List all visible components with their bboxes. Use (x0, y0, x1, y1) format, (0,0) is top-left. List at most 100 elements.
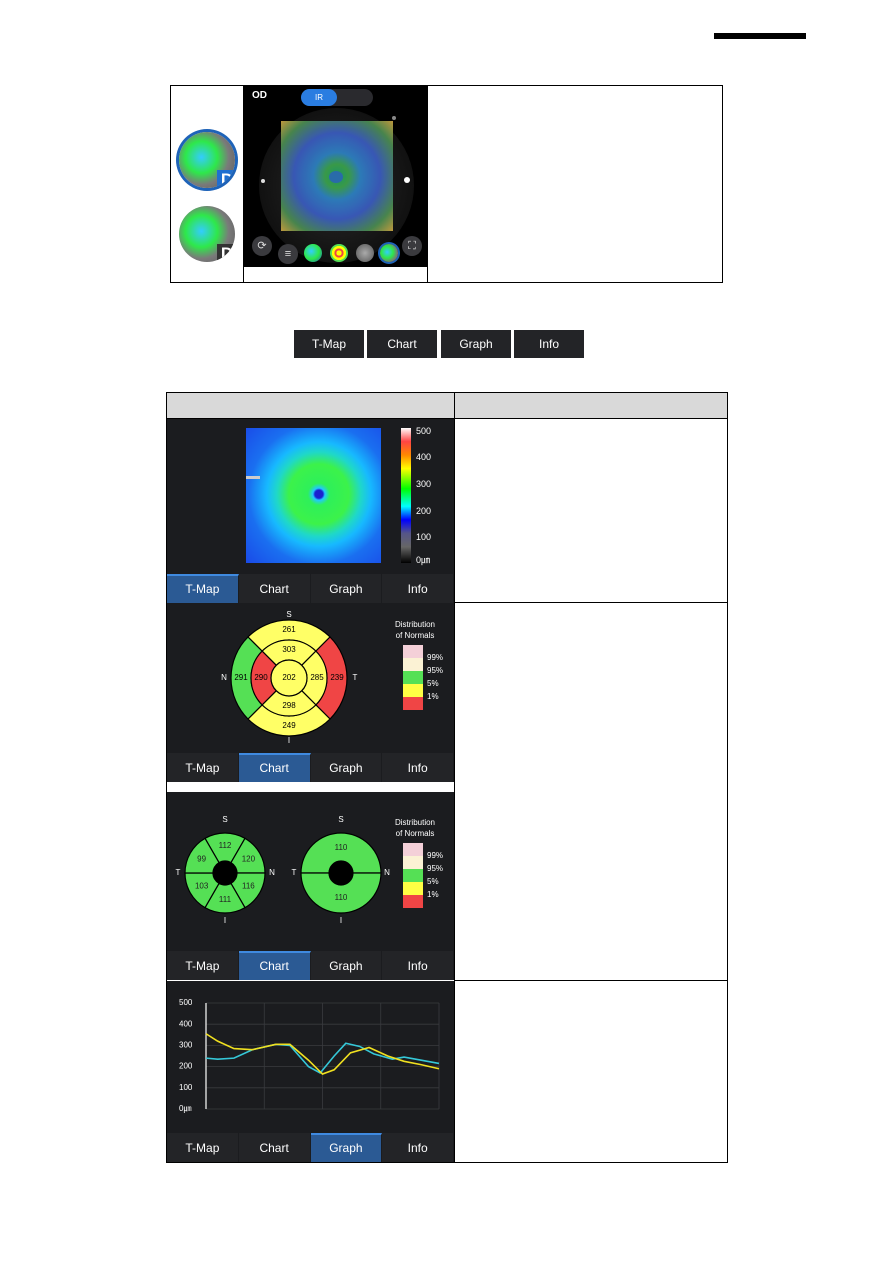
nasal-marker (261, 179, 265, 183)
artifact-streak (246, 476, 260, 479)
orientation-label: I (340, 916, 342, 925)
inner-value-N: 290 (254, 673, 268, 682)
table-header-right (455, 393, 727, 419)
deviation-map-icon[interactable] (380, 244, 398, 262)
tab-info[interactable]: Info (382, 574, 454, 603)
legend-title: of Normals (396, 829, 435, 838)
eye-label: OD (252, 90, 267, 101)
layers-menu-icon[interactable]: ≡ (278, 244, 298, 264)
y-tick-label: 200 (179, 1062, 193, 1071)
legend-swatch (403, 645, 423, 658)
tab-info[interactable]: Info (382, 951, 454, 980)
sector-value-inferonasal: 116 (242, 882, 255, 891)
toggle-option-ir[interactable]: IR (301, 89, 337, 106)
thickness-graph-panel: 0㎛ 100 200 300 400 500 T-Map Chart Graph Info (167, 981, 454, 1162)
colorbar-label: 300 (416, 479, 432, 489)
orientation-label: S (222, 815, 227, 824)
tab-graph[interactable]: Graph (441, 330, 511, 358)
legend-swatch (403, 895, 423, 908)
panel-tabs: T-Map Chart Graph Info (167, 1133, 454, 1162)
legend-label: 5% (427, 877, 439, 886)
outer-value-I: 249 (282, 721, 296, 730)
column-divider (454, 393, 455, 1162)
etdrs-chart: 202 261 303 239 285 249 298 291 290 S I N T Distribut… (221, 610, 443, 745)
inner-value-I: 298 (282, 701, 296, 710)
description-column (428, 86, 722, 282)
tab-graph[interactable]: Graph (310, 1133, 383, 1162)
orientation-label: T (292, 868, 297, 877)
tab-info[interactable]: Info (382, 753, 454, 782)
legend-label: 5% (427, 679, 439, 688)
sector-value-inferotemporal: 103 (195, 882, 209, 891)
image-mode-toggle[interactable]: IR (301, 89, 373, 106)
legend-swatch (403, 684, 423, 697)
thickness-map-image (246, 428, 381, 563)
header-rule (714, 33, 806, 39)
legend-label: 1% (427, 890, 439, 899)
tab-tmap[interactable]: T-Map (167, 574, 239, 603)
legend-label: 99% (427, 851, 443, 860)
tab-tmap[interactable]: T-Map (294, 330, 364, 358)
inner-value-T: 285 (310, 673, 324, 682)
colorbar-label: 0㎛ (416, 555, 431, 565)
thickness-overlay (281, 121, 393, 231)
superior-value: 110 (335, 843, 348, 852)
thickness-map-icon[interactable] (304, 244, 322, 262)
tab-tmap[interactable]: T-Map (167, 1133, 239, 1162)
tab-chart[interactable]: Chart (238, 951, 311, 980)
orientation-label: S (338, 815, 343, 824)
tab-info[interactable]: Info (382, 1133, 454, 1162)
viewer-footer (244, 267, 427, 282)
tab-graph[interactable]: Graph (310, 574, 383, 603)
outer-value-N: 291 (234, 673, 248, 682)
legend-title: Distribution (395, 620, 435, 629)
rotate-icon[interactable]: ⟳ (252, 236, 272, 256)
viewer-column: OD IR ⟳ ≡ ⛶ (244, 86, 428, 282)
gcl-chart: 112 120 116 111 103 99 S I T N 110 110 S I T N Distribut… (176, 815, 443, 925)
sector-value-superonasal: 120 (242, 855, 256, 864)
legend-swatch (403, 658, 423, 671)
legend-swatch (403, 671, 423, 684)
fullscreen-icon[interactable]: ⛶ (402, 236, 422, 256)
thickness-colorbar (401, 428, 411, 563)
y-tick-label: 0㎛ (179, 1104, 191, 1114)
orientation-label: N (269, 868, 275, 877)
tab-graph[interactable]: Graph (310, 753, 383, 782)
legend-swatch (403, 843, 423, 856)
colorbar-label: 500 (416, 426, 432, 436)
tab-tmap[interactable]: T-Map (167, 753, 239, 782)
orientation-label: N (221, 673, 227, 682)
orientation-label: I (224, 916, 226, 925)
legend-label: 95% (427, 666, 443, 675)
tab-chart[interactable]: Chart (238, 574, 311, 603)
thickness-graph: 0㎛ 100 200 300 400 500 (179, 998, 440, 1114)
etdrs-chart-icon[interactable] (330, 244, 348, 262)
tab-tmap[interactable]: T-Map (167, 951, 239, 980)
inner-value-S: 303 (282, 645, 296, 654)
center-hole (213, 861, 237, 885)
tab-info[interactable]: Info (514, 330, 584, 358)
y-tick-label: 400 (179, 1019, 193, 1028)
colorbar-label: 100 (416, 532, 432, 542)
y-tick-label: 300 (179, 1041, 193, 1050)
tab-graph[interactable]: Graph (310, 951, 383, 980)
gcl-chart-panel: 112 120 116 111 103 99 S I T N 110 110 S I T N Distribut… (167, 792, 454, 980)
colorbar-label: 200 (416, 506, 432, 516)
legend-swatch (403, 869, 423, 882)
deviation-thumbnail-inactive[interactable]: D (179, 206, 235, 262)
panel-tabs: T-Map Chart Graph Info (167, 951, 454, 980)
tab-chart[interactable]: Chart (367, 330, 437, 358)
fundus-image-icon[interactable] (356, 244, 374, 262)
thumbnail-badge: D (217, 170, 235, 188)
etdrs-chart-panel: 202 261 303 239 285 249 298 291 290 S I N T Distribut… (167, 603, 454, 782)
thumbnail-column: D D (171, 86, 244, 282)
inferior-value: 110 (335, 893, 348, 902)
oct-viewer[interactable]: OD IR ⟳ ≡ ⛶ (244, 86, 427, 267)
outer-value-T: 239 (330, 673, 344, 682)
sector-value-inferior: 111 (219, 895, 232, 904)
orientation-label: S (286, 610, 291, 619)
tab-chart[interactable]: Chart (238, 1133, 311, 1162)
deviation-thumbnail-active[interactable]: D (179, 132, 235, 188)
tab-chart[interactable]: Chart (238, 753, 311, 782)
legend-swatch (403, 882, 423, 895)
